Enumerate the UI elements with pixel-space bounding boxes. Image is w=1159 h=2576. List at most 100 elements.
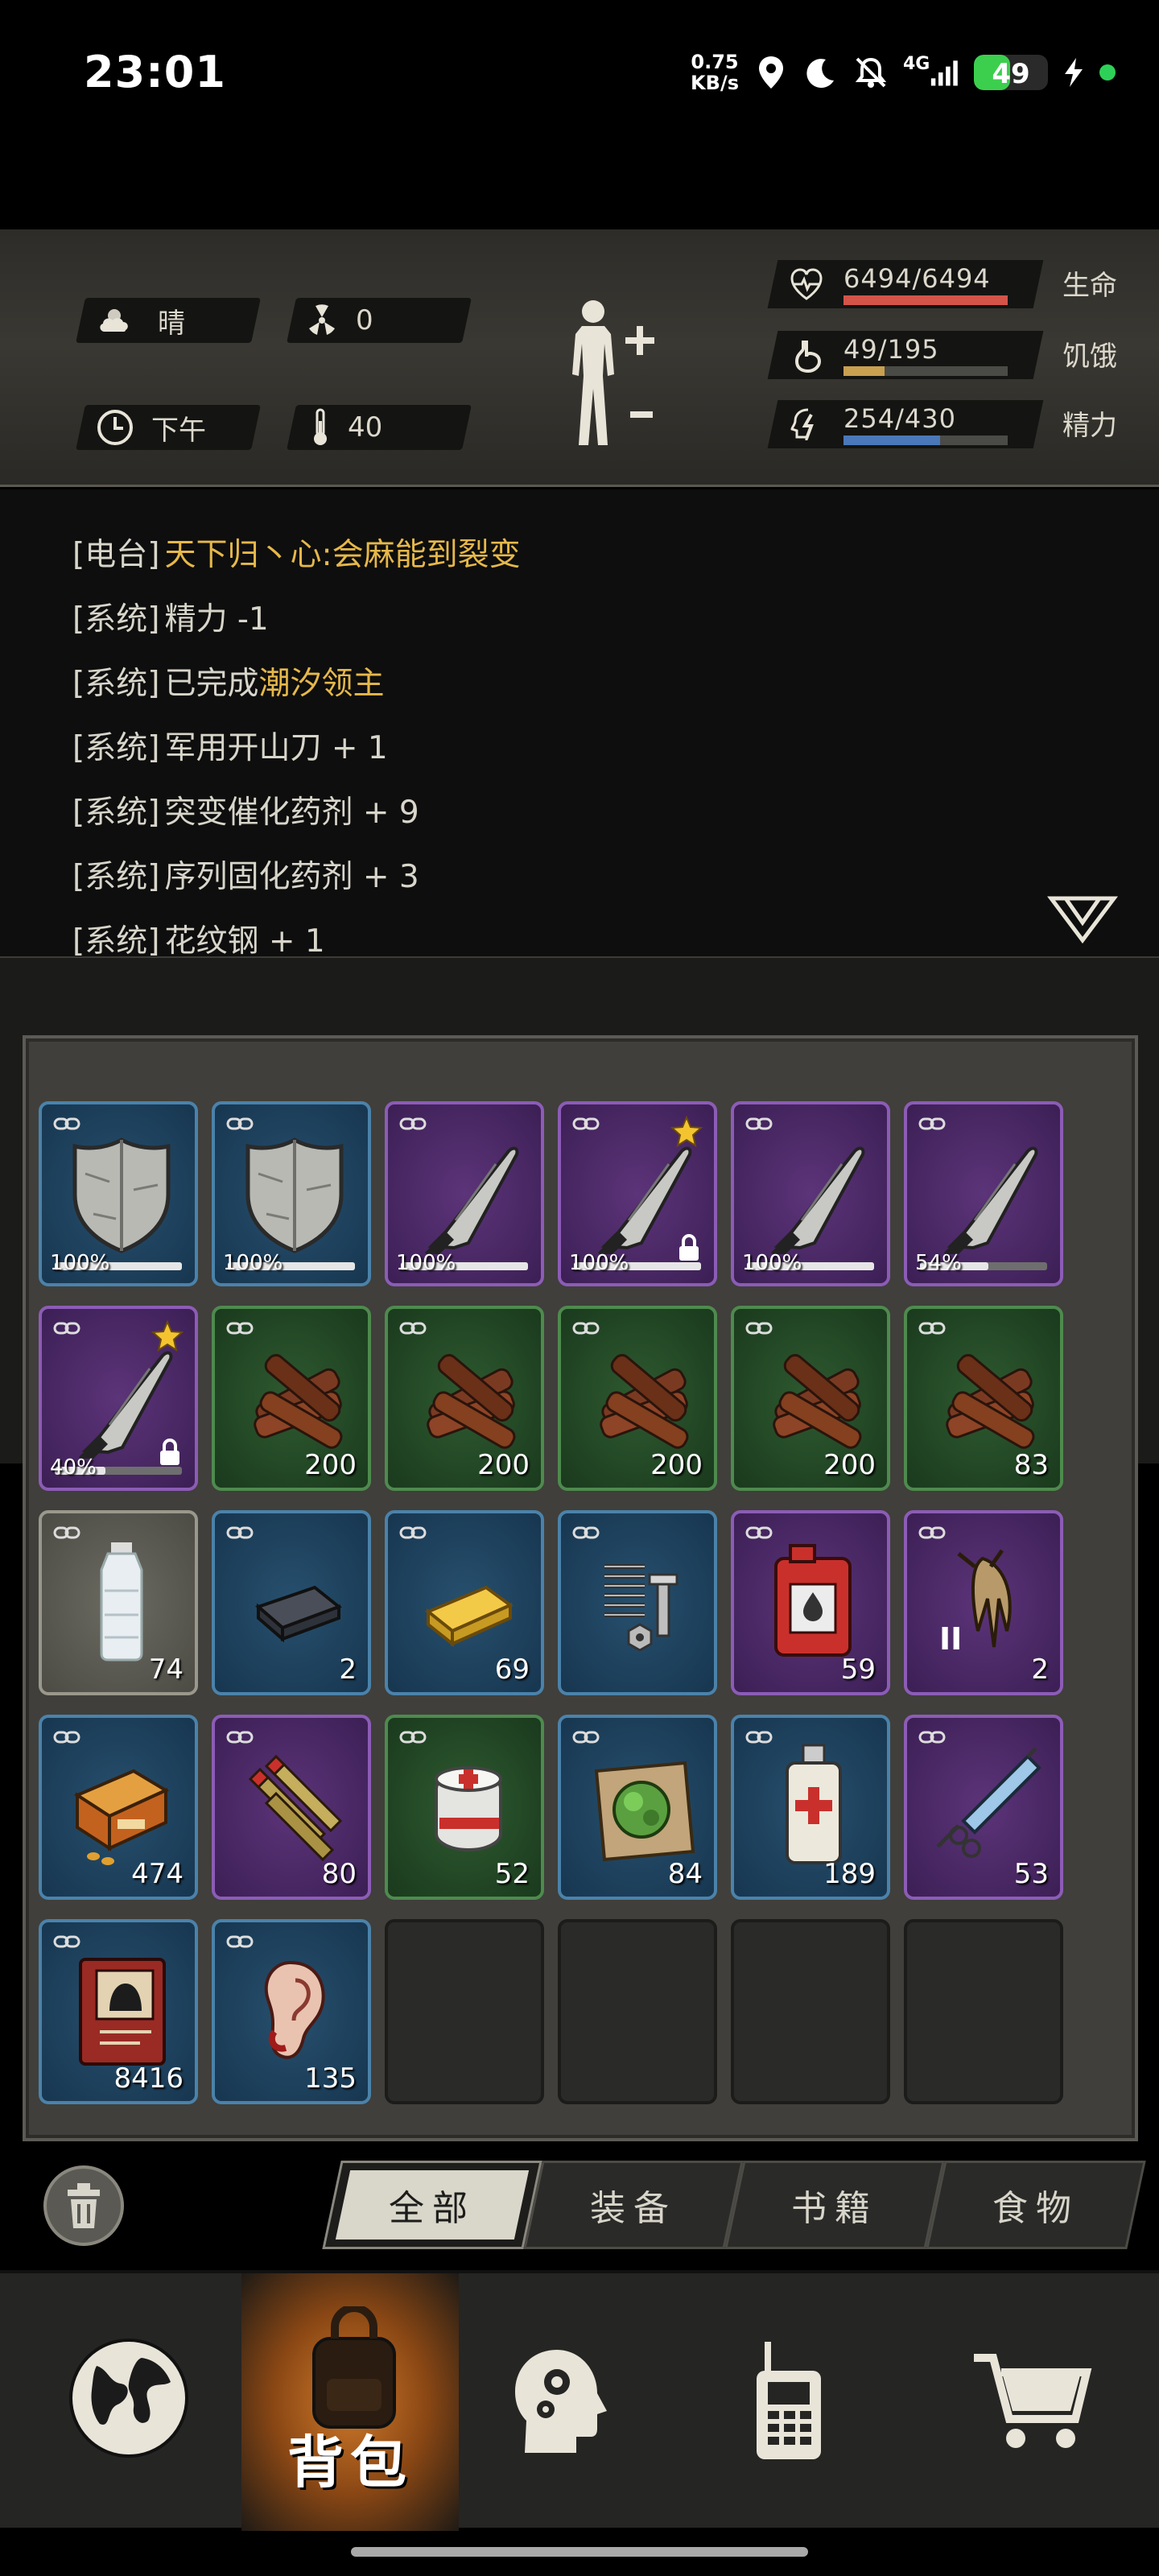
item-quantity: 52 (494, 1858, 530, 1890)
inventory-slot-machete[interactable]: 100% (731, 1101, 890, 1286)
energy-label: 精力 (1062, 410, 1117, 442)
empty-inventory-slot[interactable] (904, 1919, 1063, 2104)
human-figure-icon (572, 300, 654, 445)
log-text: 已完成 (164, 666, 259, 702)
bottom-navigation: 背包 (0, 2270, 1159, 2531)
item-quantity: 200 (823, 1449, 876, 1481)
inventory-slot-shield[interactable]: 100% (39, 1101, 198, 1286)
inventory-slot-wood[interactable]: 83 (904, 1306, 1063, 1491)
inventory-slot-fuel-can[interactable]: 59 (731, 1510, 890, 1695)
wood-icon (600, 1354, 689, 1449)
item-quantity: 200 (304, 1449, 357, 1481)
radiation-display: 0 (306, 298, 373, 343)
inventory-slot-iron-ingot[interactable]: 2 (212, 1510, 371, 1695)
empty-inventory-slot[interactable] (385, 1919, 544, 2104)
globe-icon (69, 2339, 188, 2458)
log-text: 花纹钢 + 1 (164, 923, 325, 956)
inventory-slot-spring-bolt[interactable] (558, 1510, 717, 1695)
ammo-box-icon (73, 1769, 170, 1865)
log-text: 突变催化药剂 + 9 (164, 795, 419, 831)
inventory-slot-spray-medicine[interactable]: 189 (731, 1715, 890, 1900)
durability-label: 100% (50, 1251, 110, 1275)
inventory-slot-machete[interactable]: 54% (904, 1101, 1063, 1286)
durability-label: 100% (396, 1251, 456, 1275)
body-status-button[interactable] (559, 294, 672, 455)
machete-icon (771, 1146, 865, 1254)
item-quantity: 474 (131, 1858, 184, 1890)
tab-all[interactable]: 全部 (322, 2161, 542, 2249)
brain-bolt-icon (790, 408, 814, 440)
inventory-slot-wood[interactable]: 200 (385, 1306, 544, 1491)
inventory-slot-gold-bar[interactable]: 69 (385, 1510, 544, 1695)
iron-ingot-icon (255, 1585, 343, 1643)
home-indicator[interactable] (351, 2547, 808, 2557)
tab-equipment[interactable]: 装备 (523, 2161, 744, 2249)
inventory-slot-rifle-ammo[interactable]: 80 (212, 1715, 371, 1900)
lock-icon (679, 1234, 699, 1261)
nav-backpack[interactable]: 背包 (241, 2273, 459, 2531)
wood-icon (254, 1354, 343, 1449)
inventory-slot-machete[interactable]: 100% (558, 1101, 717, 1286)
hunger-label: 饥饿 (1062, 341, 1117, 373)
nav-skills[interactable] (459, 2273, 676, 2531)
log-tag: [系统] (72, 795, 160, 831)
tab-label: 书籍 (791, 2188, 878, 2229)
book-icon (79, 1958, 166, 2066)
inventory-slot-mutant-claw[interactable]: II 2 (904, 1510, 1063, 1695)
nav-label: 背包 (287, 2429, 413, 2496)
inventory-slot-book[interactable]: 8416 (39, 1919, 198, 2104)
inventory-slot-machete[interactable]: 100% (385, 1101, 544, 1286)
radiation-icon (309, 304, 335, 335)
item-quantity: 135 (304, 2062, 357, 2095)
wood-icon (427, 1354, 516, 1449)
temperature-value: 40 (348, 411, 383, 444)
network-speed: 0.75 KB/s (691, 52, 739, 93)
inventory-slot-wood[interactable]: 200 (558, 1306, 717, 1491)
star-icon (151, 1320, 184, 1352)
log-line: [系统] 军用开山刀 + 1 (72, 723, 388, 768)
log-tag: [系统] (72, 923, 160, 956)
inventory-slot-water-bottle[interactable]: 74 (39, 1510, 198, 1695)
energy-stat: 254/430 精力 (767, 400, 1127, 448)
expand-log-chevron-icon[interactable] (1046, 892, 1119, 948)
log-text: 序列固化药剂 + 3 (164, 859, 419, 895)
item-quantity: 200 (650, 1449, 703, 1481)
energy-value: 254/430 (843, 403, 956, 434)
tier-label: II (939, 1621, 963, 1657)
nav-shop[interactable] (926, 2273, 1143, 2531)
water-bottle-icon (100, 1542, 143, 1662)
inventory-slot-shield[interactable]: 100% (212, 1101, 371, 1286)
energy-bar (843, 436, 1008, 445)
inventory-slot-syringe[interactable]: 53 (904, 1715, 1063, 1900)
health-value: 6494/6494 (843, 263, 991, 294)
inventory-slot-herb-map[interactable]: 84 (558, 1715, 717, 1900)
durability-label: 100% (223, 1251, 283, 1275)
clock-icon (97, 410, 133, 445)
inventory-slot-bandage[interactable]: 52 (385, 1715, 544, 1900)
heart-pulse-icon (790, 268, 823, 300)
item-quantity: 2 (1031, 1653, 1049, 1686)
tab-food[interactable]: 食物 (926, 2161, 1146, 2249)
inventory-slot-ear[interactable]: 135 (212, 1919, 371, 2104)
battery-level: 49 (992, 58, 1030, 90)
tab-label: 食物 (992, 2188, 1079, 2229)
trash-button[interactable] (42, 2164, 126, 2248)
inventory-slot-machete[interactable]: 40% (39, 1306, 198, 1491)
speed-unit: KB/s (691, 72, 739, 94)
nav-radio[interactable] (692, 2273, 909, 2531)
tab-books[interactable]: 书籍 (724, 2161, 945, 2249)
bandage-icon (435, 1766, 502, 1852)
wood-icon (946, 1354, 1035, 1449)
nav-world-map[interactable] (24, 2273, 241, 2531)
log-tag: [系统] (72, 601, 160, 638)
time-of-day-value: 下午 (151, 414, 206, 447)
item-quantity: 2 (339, 1653, 357, 1686)
empty-inventory-slot[interactable] (558, 1919, 717, 2104)
empty-inventory-slot[interactable] (731, 1919, 890, 2104)
health-stat: 6494/6494 生命 (767, 260, 1127, 308)
inventory-slot-wood[interactable]: 200 (212, 1306, 371, 1491)
message-log[interactable]: [电台] 天下归丶心:会麻能到裂变 [系统] 精力 -1 [系统] 已完成潮汐领主 [系统]… (0, 489, 1159, 956)
inventory-slot-ammo-box[interactable]: 474 (39, 1715, 198, 1900)
inventory-slot-wood[interactable]: 200 (731, 1306, 890, 1491)
tab-label: 装备 (590, 2188, 677, 2229)
